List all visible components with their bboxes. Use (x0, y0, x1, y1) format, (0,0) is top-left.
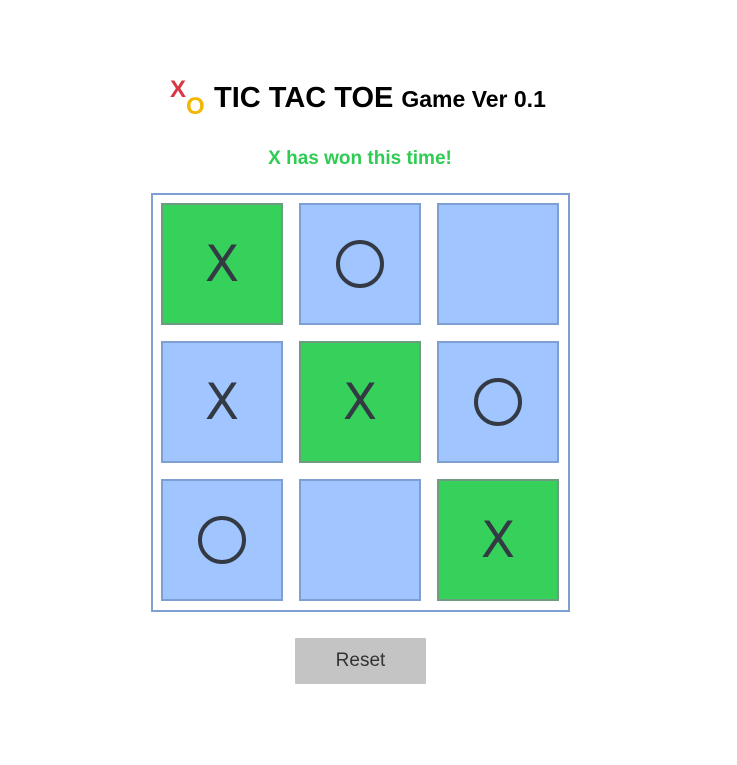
o-mark-icon (336, 240, 384, 288)
page-title: TIC TAC TOE (214, 82, 394, 114)
board-cell-1-3[interactable] (437, 203, 559, 325)
board-cell-1-2[interactable] (299, 203, 421, 325)
game-header: X O TIC TAC TOE Game Ver 0.1 (168, 74, 546, 120)
x-mark: X (342, 373, 378, 431)
board-cell-2-3[interactable] (437, 341, 559, 463)
o-mark-icon (474, 378, 522, 426)
xo-logo-icon: X O (168, 76, 208, 120)
x-mark: X (480, 511, 516, 569)
board-cell-1-1[interactable]: X (161, 203, 283, 325)
game-status-message: X has won this time! (268, 148, 452, 169)
game-board: X X X X (151, 193, 570, 612)
game-page: X O TIC TAC TOE Game Ver 0.1 X has won t… (0, 0, 737, 765)
x-mark: X (204, 235, 240, 293)
o-mark-icon (198, 516, 246, 564)
page-subtitle: Game Ver 0.1 (401, 86, 546, 112)
board-cell-3-2[interactable] (299, 479, 421, 601)
x-mark: X (204, 373, 240, 431)
logo-o-letter: O (186, 93, 205, 120)
logo-x-letter: X (170, 76, 187, 103)
reset-button[interactable]: Reset (295, 638, 426, 684)
board-cell-2-2[interactable]: X (299, 341, 421, 463)
board-cell-2-1[interactable]: X (161, 341, 283, 463)
board-cell-3-1[interactable] (161, 479, 283, 601)
board-cell-3-3[interactable]: X (437, 479, 559, 601)
